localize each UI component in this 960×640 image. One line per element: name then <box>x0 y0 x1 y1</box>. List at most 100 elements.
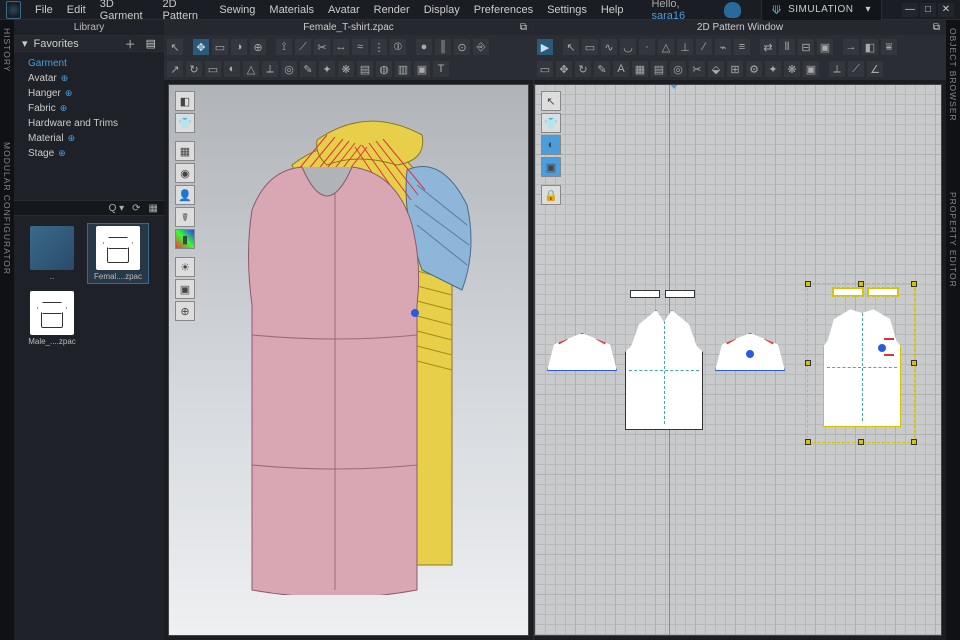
search-icon[interactable]: Q ▾ <box>109 203 125 214</box>
canvas-2d[interactable]: ↖ 👕 ◐ ▣ 🔒 <box>534 84 942 636</box>
tool-select-lasso[interactable]: ◑ <box>230 38 248 56</box>
menu-render[interactable]: Render <box>374 4 410 16</box>
pattern-collar-tab-back[interactable] <box>868 288 898 296</box>
tool-layer[interactable]: ▥ <box>394 60 412 78</box>
tool2d-style[interactable]: ❋ <box>783 60 801 78</box>
menu-file[interactable]: File <box>35 4 53 16</box>
grid-view-icon[interactable]: ▦ <box>149 203 158 214</box>
tab-2d[interactable]: 2D Pattern Window⧉ <box>534 20 946 36</box>
tool2d-label[interactable]: ◧ <box>861 38 879 56</box>
tool-deco1[interactable]: ✦ <box>318 60 336 78</box>
tree-avatar[interactable]: Avatar⊕ <box>14 71 164 86</box>
tool2d-ring[interactable]: ◎ <box>669 60 687 78</box>
menu-2d-pattern[interactable]: 2D Pattern <box>163 0 206 22</box>
tree-material[interactable]: Material⊕ <box>14 131 164 146</box>
tool-button[interactable]: ● <box>415 38 433 56</box>
tool2d-compare[interactable]: ⩸ <box>880 38 898 56</box>
tool2d-grid[interactable]: ▦ <box>631 60 649 78</box>
tool2d-arrow[interactable]: → <box>842 38 860 56</box>
tool-tack[interactable]: ⊙ <box>453 38 471 56</box>
pattern-sleeve-right[interactable] <box>715 333 785 371</box>
favorites-row[interactable]: ▾ Favorites ＋ ▤ <box>14 36 164 52</box>
thumb-female-tshirt[interactable]: Femal....zpac <box>88 224 148 283</box>
menu-help[interactable]: Help <box>601 4 624 16</box>
tree-hanger[interactable]: Hanger⊕ <box>14 86 164 101</box>
tool-object[interactable]: ◍ <box>375 60 393 78</box>
view-camera-icon[interactable]: ▣ <box>175 279 195 299</box>
tool-cursor[interactable]: ↖ <box>166 38 184 56</box>
tool-text[interactable]: T <box>432 60 450 78</box>
menu-edit[interactable]: Edit <box>67 4 86 16</box>
tool-shape[interactable]: ▣ <box>413 60 431 78</box>
tool2d-line[interactable]: ∕ <box>695 38 713 56</box>
tab-property-editor[interactable]: PROPERTY EDITOR <box>948 192 958 288</box>
tool2d-sew[interactable]: ⇄ <box>759 38 777 56</box>
tab-object-browser[interactable]: OBJECT BROWSER <box>948 28 958 122</box>
tool-measure[interactable]: ⟂ <box>261 60 279 78</box>
pattern-front-body[interactable] <box>625 310 703 430</box>
tool2d-panel[interactable]: ▤ <box>650 60 668 78</box>
view-tshirt-icon[interactable]: 👕 <box>175 113 195 133</box>
tool-select-rect[interactable]: ▭ <box>211 38 229 56</box>
add-favorite-icon[interactable]: ＋ <box>125 36 136 52</box>
tool2d-pattern[interactable]: ⊞ <box>726 60 744 78</box>
tool2d-move[interactable]: ✥ <box>555 60 573 78</box>
tool2d-fold[interactable]: ⦀ <box>778 38 796 56</box>
canvas-3d[interactable]: ◧ 👕 ▦ ◉ 👤 ☤ ▮ ☀ ▣ ⊕ <box>168 84 529 636</box>
tab-popout-icon[interactable]: ⧉ <box>933 22 940 33</box>
tool2d-rotate[interactable]: ↻ <box>574 60 592 78</box>
app-logo[interactable] <box>6 1 21 19</box>
tool-dart[interactable]: △ <box>242 60 260 78</box>
cloud-sync-icon[interactable] <box>724 2 740 18</box>
favorites-menu-icon[interactable]: ▤ <box>146 37 156 50</box>
tool-needle[interactable]: ⟋ <box>294 38 312 56</box>
tree-fabric[interactable]: Fabric⊕ <box>14 101 164 116</box>
tool2d-notch[interactable]: ⊥ <box>676 38 694 56</box>
window-maximize-icon[interactable]: □ <box>920 3 936 17</box>
tree-hardware-trims[interactable]: Hardware and Trims <box>14 116 164 131</box>
tool2d-cursor[interactable]: ▶ <box>536 38 554 56</box>
tool-move[interactable]: ✥ <box>192 38 210 56</box>
tool-scissors[interactable]: ✂ <box>313 38 331 56</box>
tool-zipper[interactable]: ║ <box>434 38 452 56</box>
tool-panel[interactable]: ▤ <box>356 60 374 78</box>
view-avatar-icon[interactable]: 👤 <box>175 185 195 205</box>
tool-fold[interactable]: ⦶ <box>389 38 407 56</box>
tool-orbit[interactable]: ↻ <box>185 60 203 78</box>
tool2d-iron[interactable]: ⬙ <box>707 60 725 78</box>
tool-attach[interactable]: ⎆ <box>472 38 490 56</box>
tool2d-seam[interactable]: ≡ <box>733 38 751 56</box>
tool2d-print[interactable]: ▣ <box>802 60 820 78</box>
view-shaded-icon[interactable]: ◧ <box>175 91 195 111</box>
tool2d-arc[interactable]: ◡ <box>619 38 637 56</box>
menu-settings[interactable]: Settings <box>547 4 587 16</box>
tree-stage[interactable]: Stage⊕ <box>14 146 164 161</box>
tool2d-align[interactable]: ⊟ <box>797 38 815 56</box>
tool2d-measure1[interactable]: ⟂ <box>828 60 846 78</box>
window-minimize-icon[interactable]: — <box>902 3 918 17</box>
view-stress-icon[interactable]: ◉ <box>175 163 195 183</box>
tool-deco2[interactable]: ❋ <box>337 60 355 78</box>
tool2d-camera[interactable]: ▣ <box>816 38 834 56</box>
tool2d-measure2[interactable]: ⟋ <box>847 60 865 78</box>
thumb-up-folder[interactable]: .. <box>22 224 82 283</box>
tool-stitch[interactable]: ⋮ <box>370 38 388 56</box>
pattern-sleeve-left[interactable] <box>547 333 617 371</box>
tool2d-curve[interactable]: ∿ <box>600 38 618 56</box>
pattern-back-body[interactable] <box>823 307 901 427</box>
menu-3d-garment[interactable]: 3D Garment <box>100 0 149 22</box>
tool2d-ai[interactable]: ⚙ <box>745 60 763 78</box>
tool2d-point[interactable]: · <box>638 38 656 56</box>
tool-arrange[interactable]: ↗ <box>166 60 184 78</box>
tool-collar[interactable]: ◐ <box>223 60 241 78</box>
view-lights-icon[interactable]: ☀ <box>175 257 195 277</box>
thumb-male-tshirt[interactable]: Male_....zpac <box>22 289 82 348</box>
pattern-collar-tab-back[interactable] <box>833 288 863 296</box>
tool-pen[interactable]: ✎ <box>299 60 317 78</box>
menu-sewing[interactable]: Sewing <box>219 4 255 16</box>
tab-3d[interactable]: Female_T-shirt.zpac⧉ <box>164 20 533 36</box>
menu-preferences[interactable]: Preferences <box>474 4 533 16</box>
tool2d-angle[interactable]: ∠ <box>866 60 884 78</box>
simulation-button[interactable]: ⟱SIMULATION▾ <box>761 0 882 21</box>
pattern-collar-tab[interactable] <box>665 290 695 298</box>
